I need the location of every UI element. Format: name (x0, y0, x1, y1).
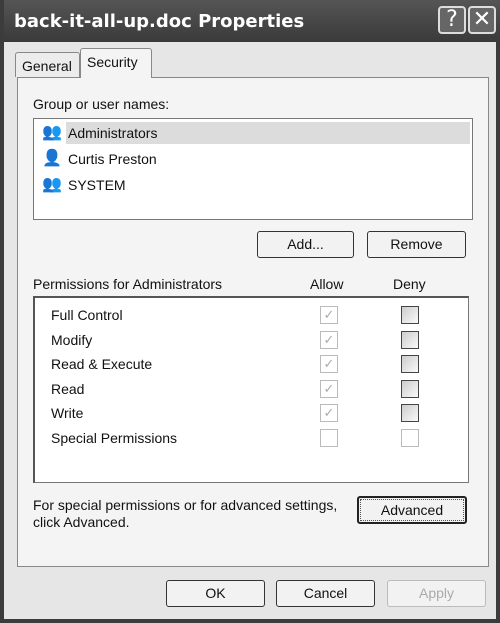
permission-row: Special Permissions (35, 428, 468, 450)
ok-button[interactable]: OK (166, 580, 265, 607)
permission-row: Full Control ✓ (35, 305, 468, 327)
allow-checkbox[interactable]: ✓ (320, 330, 338, 349)
help-button[interactable]: ? (438, 6, 466, 34)
deny-checkbox[interactable] (401, 379, 419, 398)
advanced-note: For special permissions or for advanced … (33, 497, 337, 531)
permissions-label: Permissions for Administrators (33, 276, 223, 292)
tab-security[interactable]: Security (80, 48, 152, 78)
permission-name: Full Control (51, 307, 123, 323)
allow-checkbox[interactable]: ✓ (320, 404, 338, 423)
allow-checkbox[interactable]: ✓ (320, 355, 338, 374)
cancel-button[interactable]: Cancel (276, 580, 375, 607)
deny-checkbox[interactable] (401, 355, 419, 374)
list-item[interactable]: 👥 Administrators (34, 122, 472, 144)
deny-checkbox[interactable] (401, 306, 419, 324)
remove-button[interactable]: Remove (367, 231, 466, 258)
user-group-icon: 👥 (42, 176, 62, 193)
group-label: Group or user names: (33, 96, 170, 112)
deny-header: Deny (393, 276, 426, 292)
deny-checkbox[interactable] (401, 404, 419, 423)
title-bar: back-it-all-up.doc Properties ? ✕ (4, 0, 500, 42)
allow-checkbox[interactable]: ✓ (320, 379, 338, 398)
allow-checkbox[interactable]: ✓ (320, 306, 338, 324)
permission-row: Modify ✓ (35, 330, 468, 352)
permissions-list[interactable]: Full Control ✓ Modify ✓ Read & Execute ✓ Read ✓… (33, 296, 469, 483)
permission-row: Read & Execute ✓ (35, 354, 468, 376)
list-item[interactable]: 👤 Curtis Preston (34, 148, 472, 170)
user-icon: 👤 (42, 150, 62, 167)
permission-name: Read & Execute (51, 356, 153, 373)
advanced-button[interactable]: Advanced (357, 496, 467, 524)
tab-label: General (22, 58, 72, 74)
permission-row: Write ✓ (35, 403, 468, 425)
advanced-note-line2: click Advanced. (33, 514, 130, 530)
apply-button[interactable]: Apply (387, 580, 486, 607)
user-group-icon: 👥 (42, 124, 62, 141)
advanced-note-line1: For special permissions or for advanced … (33, 497, 338, 513)
deny-checkbox[interactable] (401, 330, 419, 349)
close-x-icon: ✕ (472, 7, 492, 32)
user-name: SYSTEM (68, 177, 126, 193)
add-button[interactable]: Add... (257, 231, 354, 258)
allow-checkbox[interactable] (320, 429, 338, 447)
properties-dialog: back-it-all-up.doc Properties ? ✕ Genera… (0, 0, 500, 623)
question-mark-icon: ? (446, 7, 458, 32)
allow-header: Allow (310, 276, 344, 292)
permission-name: Read (51, 380, 85, 397)
deny-checkbox[interactable] (401, 429, 419, 447)
close-button[interactable]: ✕ (468, 6, 496, 34)
permission-name: Special Permissions (51, 430, 178, 446)
user-name: Curtis Preston (68, 151, 157, 167)
window-title: back-it-all-up.doc Properties (14, 11, 305, 32)
permission-row: Read ✓ (35, 379, 468, 401)
user-list[interactable]: 👥 Administrators 👤 Curtis Preston 👥 SYST… (33, 118, 473, 220)
tab-general[interactable]: General (15, 52, 80, 77)
permission-name: Modify (51, 331, 93, 348)
permission-name: Write (51, 405, 84, 422)
list-item[interactable]: 👥 SYSTEM (34, 174, 472, 196)
tab-label: Security (87, 54, 138, 70)
user-name: Administrators (66, 122, 470, 144)
